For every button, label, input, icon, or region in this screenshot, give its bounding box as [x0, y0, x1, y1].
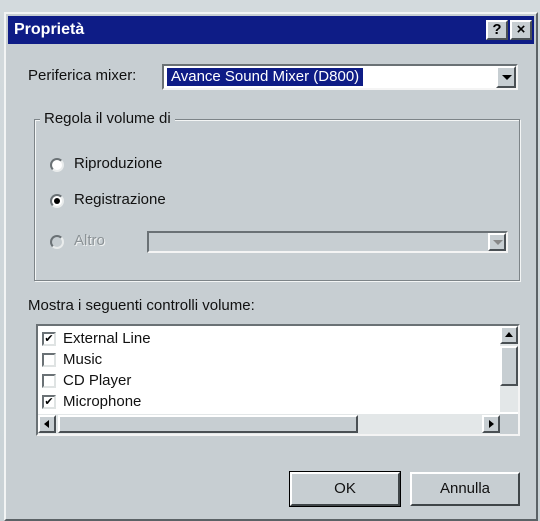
- ok-button[interactable]: OK: [289, 471, 401, 507]
- radio-riproduzione[interactable]: [50, 158, 64, 172]
- properties-dialog: Proprietà ? × Periferica mixer: Avance S…: [4, 12, 538, 521]
- other-device-select: [147, 231, 508, 253]
- mixer-device-value: Avance Sound Mixer (D800): [167, 68, 364, 86]
- checkbox-external-line[interactable]: ✔: [42, 332, 56, 346]
- close-icon: ×: [516, 21, 526, 38]
- horizontal-scroll-thumb[interactable]: [58, 415, 358, 433]
- volume-group-title: Regola il volume di: [40, 110, 175, 127]
- cancel-button[interactable]: Annulla: [410, 472, 520, 506]
- radio-altro: [50, 235, 64, 249]
- radio-selected-dot: [54, 198, 60, 204]
- close-button[interactable]: ×: [510, 20, 532, 40]
- vertical-scroll-thumb[interactable]: [500, 346, 518, 386]
- checkbox-cd-player[interactable]: [42, 374, 56, 388]
- scroll-right-button[interactable]: [482, 415, 500, 433]
- volume-controls-list[interactable]: ✔ External Line Music CD Player ✔ Microp…: [36, 324, 520, 436]
- mixer-dropdown-button[interactable]: [496, 66, 516, 88]
- list-item-label: External Line: [63, 330, 151, 347]
- window-title: Proprietà: [14, 21, 85, 38]
- arrow-left-icon: [44, 420, 49, 428]
- controls-list-label: Mostra i seguenti controlli volume:: [28, 297, 255, 314]
- list-item-label: Microphone: [63, 393, 142, 410]
- radio-riproduzione-label[interactable]: Riproduzione: [74, 155, 162, 172]
- arrow-right-icon: [489, 420, 494, 428]
- list-item-label: CD Player: [63, 372, 132, 389]
- checkbox-microphone[interactable]: ✔: [42, 395, 56, 409]
- scroll-up-button[interactable]: [500, 326, 518, 344]
- title-bar[interactable]: Proprietà ? ×: [8, 16, 534, 44]
- vertical-scrollbar[interactable]: [500, 326, 518, 412]
- radio-registrazione[interactable]: [50, 194, 64, 208]
- horizontal-scrollbar[interactable]: [38, 414, 500, 434]
- mixer-device-label: Periferica mixer:: [28, 67, 137, 84]
- list-item-label: Music: [63, 351, 103, 368]
- chevron-down-icon: [502, 75, 512, 80]
- chevron-down-icon: [493, 240, 503, 245]
- radio-altro-label: Altro: [74, 232, 105, 249]
- checkbox-music[interactable]: [42, 353, 56, 367]
- other-dropdown-button: [488, 233, 506, 251]
- scroll-left-button[interactable]: [38, 415, 56, 433]
- arrow-up-icon: [505, 332, 513, 337]
- radio-registrazione-label[interactable]: Registrazione: [74, 191, 166, 208]
- help-icon: ?: [492, 21, 502, 38]
- scrollbar-corner: [500, 414, 518, 434]
- mixer-device-select[interactable]: Avance Sound Mixer (D800): [162, 64, 518, 90]
- help-button[interactable]: ?: [486, 20, 508, 40]
